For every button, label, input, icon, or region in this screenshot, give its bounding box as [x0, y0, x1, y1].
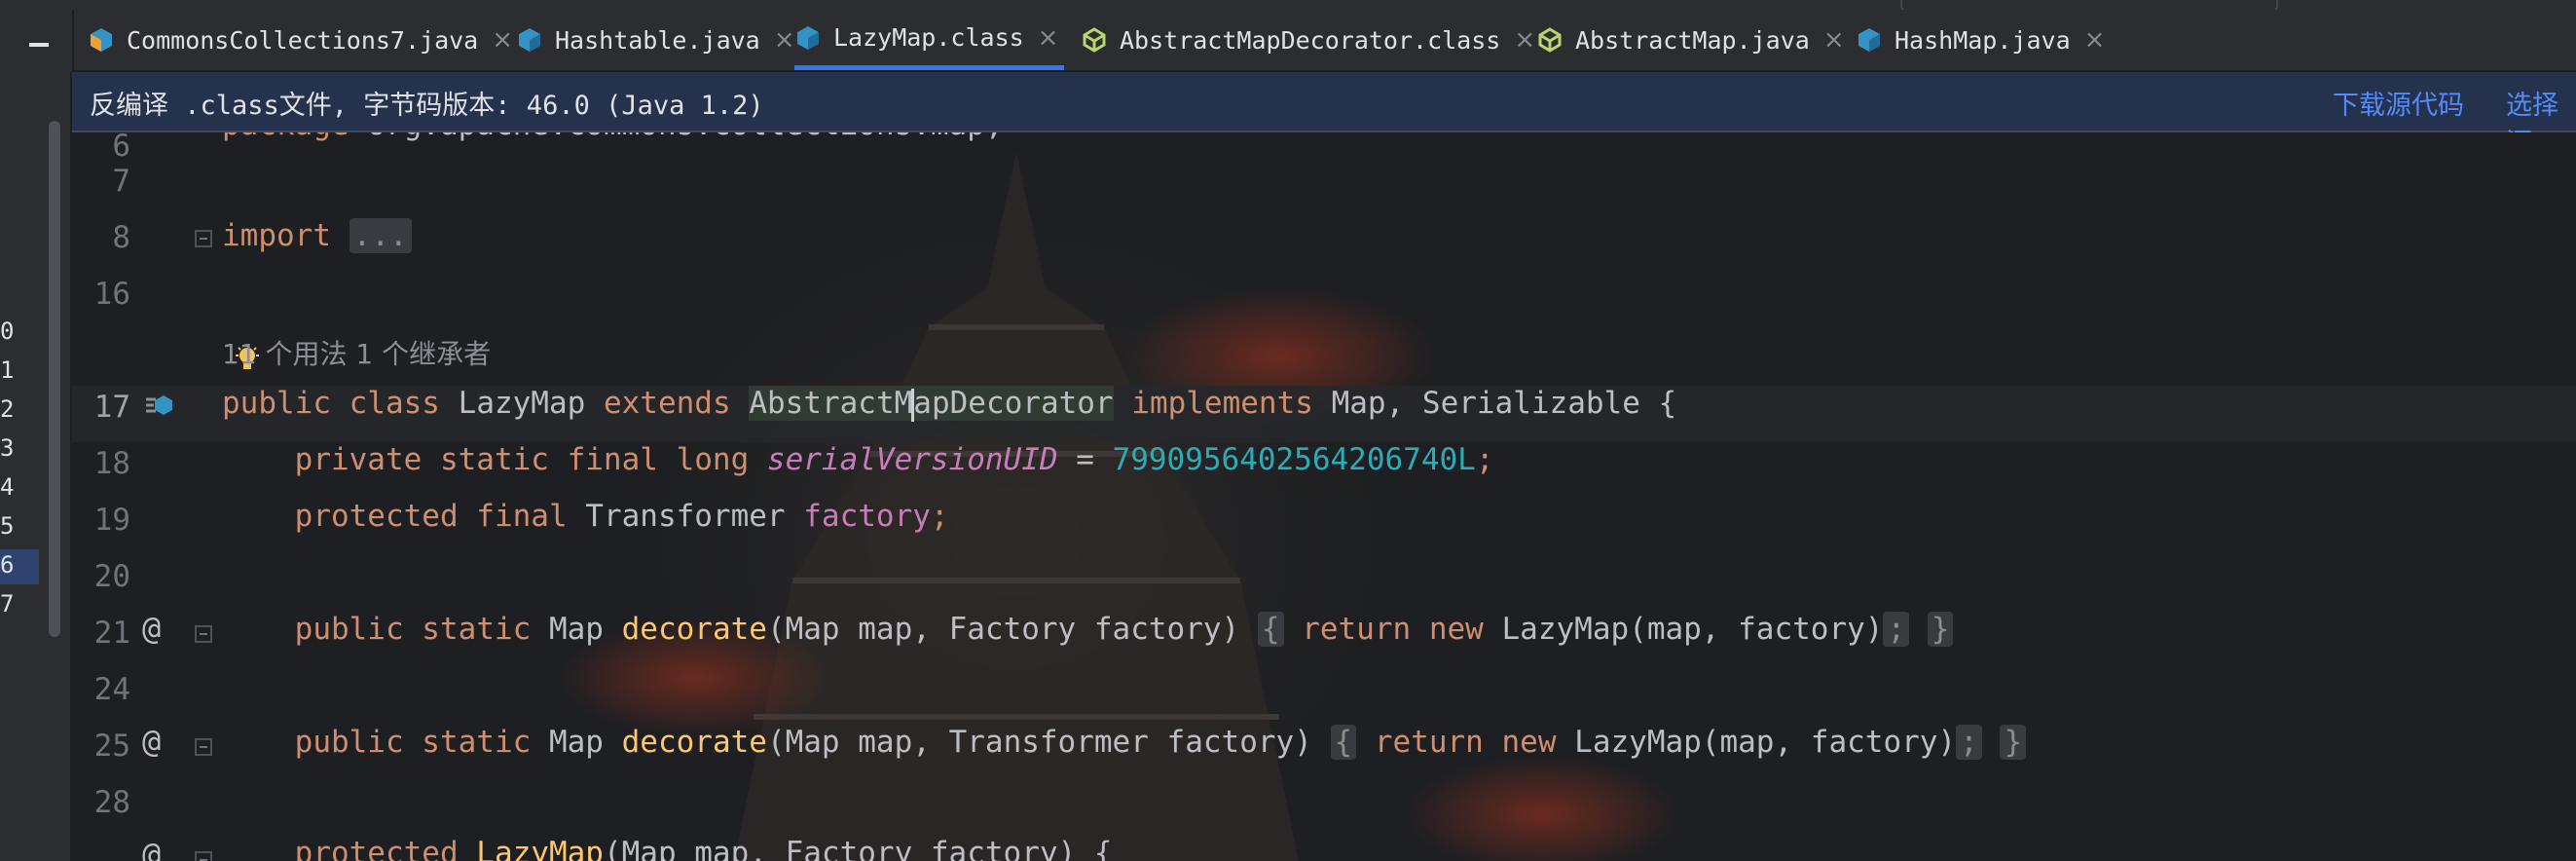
line-number: 16 — [93, 277, 130, 312]
abstract-class-icon — [1536, 26, 1564, 54]
fold-toggle-icon[interactable] — [195, 738, 212, 756]
title-strip — [0, 0, 2576, 12]
tab-abstractmap[interactable]: AbstractMap.java × — [1536, 10, 1845, 70]
line-number: 17 — [93, 390, 130, 425]
code-line: protected LazyMap(Map map, Factory facto… — [294, 836, 1113, 861]
panel-scrollbar[interactable] — [49, 121, 60, 637]
panel-line-number: 0 — [0, 318, 15, 345]
fold-toggle-icon[interactable] — [195, 625, 212, 643]
code-line: package org.apache.commons.collections.m… — [222, 132, 1004, 142]
fold-toggle-icon[interactable] — [195, 230, 212, 247]
usages-inlay-hint[interactable]: 11 个用法 1 个继承者 — [222, 333, 491, 372]
tab-label: HashMap.java — [1895, 25, 2071, 55]
tab-hashmap[interactable]: HashMap.java × — [1856, 10, 2105, 70]
tab-lazymap-class[interactable]: LazyMap.class × — [794, 10, 1065, 70]
line-number: 20 — [93, 559, 130, 594]
line-number: 8 — [112, 220, 130, 255]
minimize-icon[interactable] — [29, 43, 49, 47]
line-number: 25 — [93, 729, 130, 764]
close-icon[interactable]: × — [1038, 23, 1059, 53]
abstract-class-icon — [1081, 26, 1108, 54]
java-class-icon — [88, 26, 115, 54]
line-number: 28 — [93, 785, 130, 820]
line-number: 7 — [112, 164, 130, 199]
panel-line-number: 4 — [0, 473, 15, 501]
override-marker-icon[interactable]: @ — [142, 610, 161, 647]
class-file-icon — [794, 24, 822, 52]
override-marker-icon[interactable]: @ — [142, 723, 161, 760]
tab-label: AbstractMap.java — [1575, 25, 1810, 55]
java-class-icon — [1856, 26, 1883, 54]
java-class-icon — [516, 26, 543, 54]
implements-marker-icon[interactable] — [142, 390, 175, 427]
tab-label: LazyMap.class — [833, 23, 1024, 52]
panel-line-number: 2 — [0, 395, 15, 423]
tab-label: AbstractMapDecorator.class — [1120, 25, 1501, 55]
panel-line-number: 5 — [0, 512, 15, 540]
override-marker-icon[interactable]: @ — [142, 836, 161, 861]
structure-panel: 0 1 2 3 4 5 6 7 — [0, 72, 72, 861]
code-line: public static Map decorate(Map map, Fact… — [222, 612, 1954, 647]
close-icon[interactable]: × — [492, 25, 513, 55]
close-icon[interactable]: × — [774, 25, 795, 55]
line-number: 24 — [93, 672, 130, 707]
editor-tab-bar: CommonsCollections7.java × Hashtable.jav… — [0, 10, 2576, 72]
code-line: public class LazyMap extends AbstractMap… — [222, 386, 1677, 422]
line-number: 18 — [93, 446, 130, 481]
panel-line-number: 6 — [0, 551, 15, 579]
code-line: private static final long serialVersionU… — [294, 442, 1494, 477]
tab-commonscollections7[interactable]: CommonsCollections7.java × — [88, 10, 513, 70]
line-number: 21 — [93, 616, 130, 651]
tab-hashtable[interactable]: Hashtable.java × — [516, 10, 795, 70]
close-icon[interactable]: × — [1514, 25, 1535, 55]
tab-abstractmapdecorator[interactable]: AbstractMapDecorator.class × — [1081, 10, 1535, 70]
folded-imports[interactable]: ... — [349, 218, 412, 253]
code-line: public static Map decorate(Map map, Tran… — [222, 725, 2027, 760]
close-icon[interactable]: × — [2084, 25, 2106, 55]
code-line: protected final Transformer factory; — [294, 499, 949, 534]
line-number: 19 — [93, 503, 130, 538]
code-line: import ... — [222, 218, 412, 253]
panel-header — [0, 10, 74, 72]
line-number: 6 — [112, 132, 130, 164]
download-sources-link[interactable]: 下载源代码 — [2333, 84, 2464, 122]
fold-toggle-icon[interactable] — [195, 851, 212, 861]
decompiled-notice-banner: 反编译 .class文件, 字节码版本: 46.0 (Java 1.2) 下载源… — [72, 72, 2576, 159]
panel-line-number: 7 — [0, 590, 15, 618]
panel-line-number: 1 — [0, 356, 15, 384]
tab-label: Hashtable.java — [555, 25, 760, 55]
panel-line-number: 3 — [0, 434, 15, 462]
code-editor[interactable]: 6 7 8 16 17 18 19 20 21 24 25 28 @ @ @ p… — [72, 132, 2576, 861]
close-icon[interactable]: × — [1823, 25, 1845, 55]
tab-label: CommonsCollections7.java — [127, 25, 479, 55]
decompiled-notice-text: 反编译 .class文件, 字节码版本: 46.0 (Java 1.2) — [90, 91, 764, 121]
